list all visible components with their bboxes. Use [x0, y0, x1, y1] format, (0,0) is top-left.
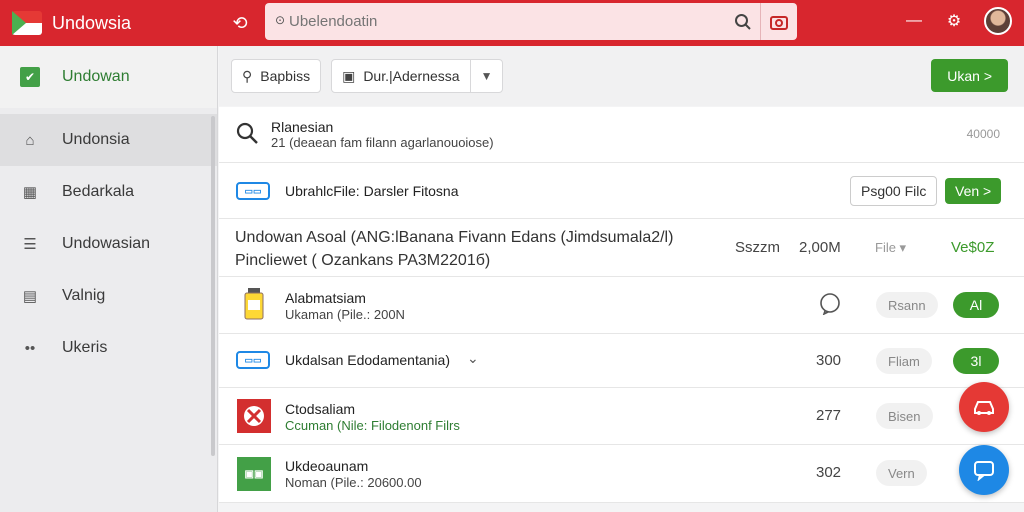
dropdown-label: Dur.|Adernessa	[363, 68, 460, 84]
card-icon: ▭▭	[236, 351, 270, 369]
more-icon: ••	[24, 339, 36, 357]
status-badge: Rsann	[876, 292, 938, 318]
app-logo-icon: ▣▣	[237, 457, 271, 491]
sidebar-item-label: Bedarkala	[62, 183, 135, 200]
camera-icon[interactable]	[761, 14, 797, 30]
brand[interactable]: Undowsia	[0, 11, 218, 35]
sidebar-item-undonsia[interactable]: ⌂ Undonsia	[0, 114, 217, 166]
primary-button[interactable]: Ukan >	[931, 59, 1008, 92]
comment-icon[interactable]	[819, 293, 841, 320]
jar-icon	[237, 288, 271, 322]
minimize-icon[interactable]: —	[904, 12, 924, 30]
home-icon: ⌂	[25, 131, 35, 149]
top-right-actions: — ⚙	[904, 7, 1012, 35]
search-icon: ⚲	[242, 67, 253, 84]
filter-label: Bapbiss	[260, 68, 311, 84]
row-size-value: 2,00M	[799, 239, 841, 256]
app-logo-icon	[237, 399, 271, 433]
layers-icon: ☰	[23, 236, 37, 253]
row-title: Ukdeoaunam	[285, 458, 369, 474]
app-title: Undowsia	[52, 12, 132, 33]
row-title: Ukdalsan Edodamentania)	[285, 352, 450, 368]
sidebar-scrollbar[interactable]	[211, 116, 215, 456]
status-badge: Vern	[876, 460, 927, 486]
list-item[interactable]: ▭▭ Ukdalsan Edodamentania) ⌄ 300 Fliam 3…	[219, 334, 1024, 388]
view-button[interactable]: Ven >	[945, 178, 1002, 204]
sidebar-item-undowasian[interactable]: ☰ Undowasian	[0, 218, 217, 270]
row-subtitle-link[interactable]: Filodenonf Filrs	[371, 418, 460, 433]
back-icon[interactable]: ⟲	[228, 11, 252, 35]
list-item[interactable]: ▣▣ Ukdeoaunam Noman (Pile.: 20600.00 302…	[219, 445, 1024, 503]
sidebar-item-label: Valnig	[62, 287, 106, 304]
sidebar-item-label: Undowan	[62, 68, 130, 85]
list-item[interactable]: Ctodsaliam Ccuman (Nile: Filodenonf Filr…	[219, 388, 1024, 445]
settings-icon[interactable]: ⚙	[944, 11, 964, 31]
search-input[interactable]	[265, 3, 726, 40]
count-badge[interactable]: Al	[953, 292, 999, 318]
row-title: UbrahlcFile: Darsler Fitosna	[285, 183, 459, 199]
chat-icon	[974, 461, 994, 481]
avatar[interactable]	[984, 7, 1012, 35]
list-item[interactable]: ▭▭ UbrahlcFile: Darsler Fitosna Psg00 Fi…	[219, 163, 1024, 219]
sidebar-item-label: Undowasian	[62, 235, 151, 252]
row-subtitle-prefix: Ccuman (Nile:	[285, 418, 368, 433]
row-value: Ve$0Z	[951, 239, 995, 256]
card-icon: ▭▭	[236, 182, 270, 200]
row-count: 302	[816, 464, 842, 481]
row-meta: 40000	[966, 127, 1000, 141]
row-title: Ctodsaliam	[285, 401, 356, 417]
fab-secondary-button[interactable]	[959, 445, 1009, 495]
sidebar-item-ukeris[interactable]: •• Ukeris	[0, 322, 217, 374]
open-file-button[interactable]: Psg00 Filc	[850, 176, 938, 206]
check-box-icon: ✔	[20, 67, 40, 87]
fab-primary-button[interactable]	[959, 382, 1009, 432]
search-lead-icon: ⊙	[275, 13, 286, 27]
main-content: ⚲ Bapbiss ▣ Dur.|Adernessa ▼ Ukan > Rlan…	[219, 46, 1024, 512]
flag-icon	[12, 11, 42, 35]
sidebar-item-valnig[interactable]: ▤ Valnig	[0, 270, 217, 322]
toolbar: ⚲ Bapbiss ▣ Dur.|Adernessa ▼ Ukan >	[219, 46, 1024, 106]
search-bar: ⊙	[265, 3, 797, 40]
row-subtitle: 21 (deaean fam filann agarlanouoiose)	[271, 135, 494, 150]
search-icon	[235, 121, 259, 150]
document-icon: ▣	[342, 67, 356, 84]
row-subtitle: Pincliewet ( Ozankans PA3M2201б)	[235, 252, 491, 269]
file-type-dropdown[interactable]: File ▾	[875, 240, 906, 256]
list-item[interactable]: Alabmatsiam Ukaman (Pile.: 200N Rsann Al	[219, 277, 1024, 334]
row-title: Rlanesian	[271, 119, 334, 135]
grid-icon: ▤	[22, 288, 38, 305]
row-subtitle: Ukaman (Pile.: 200N	[285, 307, 405, 322]
status-badge: Bisen	[876, 403, 933, 429]
filter-chip[interactable]: ⚲ Bapbiss	[231, 59, 322, 93]
row-count: 300	[816, 352, 842, 369]
chevron-down-icon: ▼	[480, 69, 493, 83]
sidebar-item-bedarkala[interactable]: ▦ Bedarkala	[0, 166, 217, 218]
sidebar-item-label: Ukeris	[62, 339, 108, 356]
status-badge: Fliam	[876, 348, 932, 374]
chevron-down-icon[interactable]: ⌄	[467, 350, 479, 367]
row-size-label: Sszzm	[735, 239, 780, 256]
calendar-icon: ▦	[22, 184, 38, 201]
list-item[interactable]: Undowan Asoal (ANG:lBanana Fivann Edans …	[219, 219, 1024, 277]
row-count: 277	[816, 407, 842, 424]
row-title: Alabmatsiam	[285, 290, 366, 306]
car-icon	[974, 401, 994, 415]
count-badge[interactable]: 3l	[953, 348, 999, 374]
row-subtitle: Noman (Pile.: 20600.00	[285, 475, 422, 490]
search-icon[interactable]	[726, 13, 760, 31]
sidebar-item-undowan[interactable]: ✔ Undowan	[0, 46, 217, 108]
sort-dropdown[interactable]: ▣ Dur.|Adernessa ▼	[331, 59, 504, 93]
file-list: Rlanesian 21 (deaean fam filann agarlano…	[219, 107, 1024, 503]
sidebar: ✔ Undowan ⌂ Undonsia ▦ Bedarkala ☰ Undow…	[0, 46, 218, 512]
row-subtitle: Ccuman (Nile: Filodenonf Filrs	[285, 418, 460, 433]
sidebar-item-label: Undonsia	[62, 131, 130, 148]
row-title: Undowan Asoal (ANG:lBanana Fivann Edans …	[235, 229, 674, 246]
list-item[interactable]: Rlanesian 21 (deaean fam filann agarlano…	[219, 107, 1024, 163]
